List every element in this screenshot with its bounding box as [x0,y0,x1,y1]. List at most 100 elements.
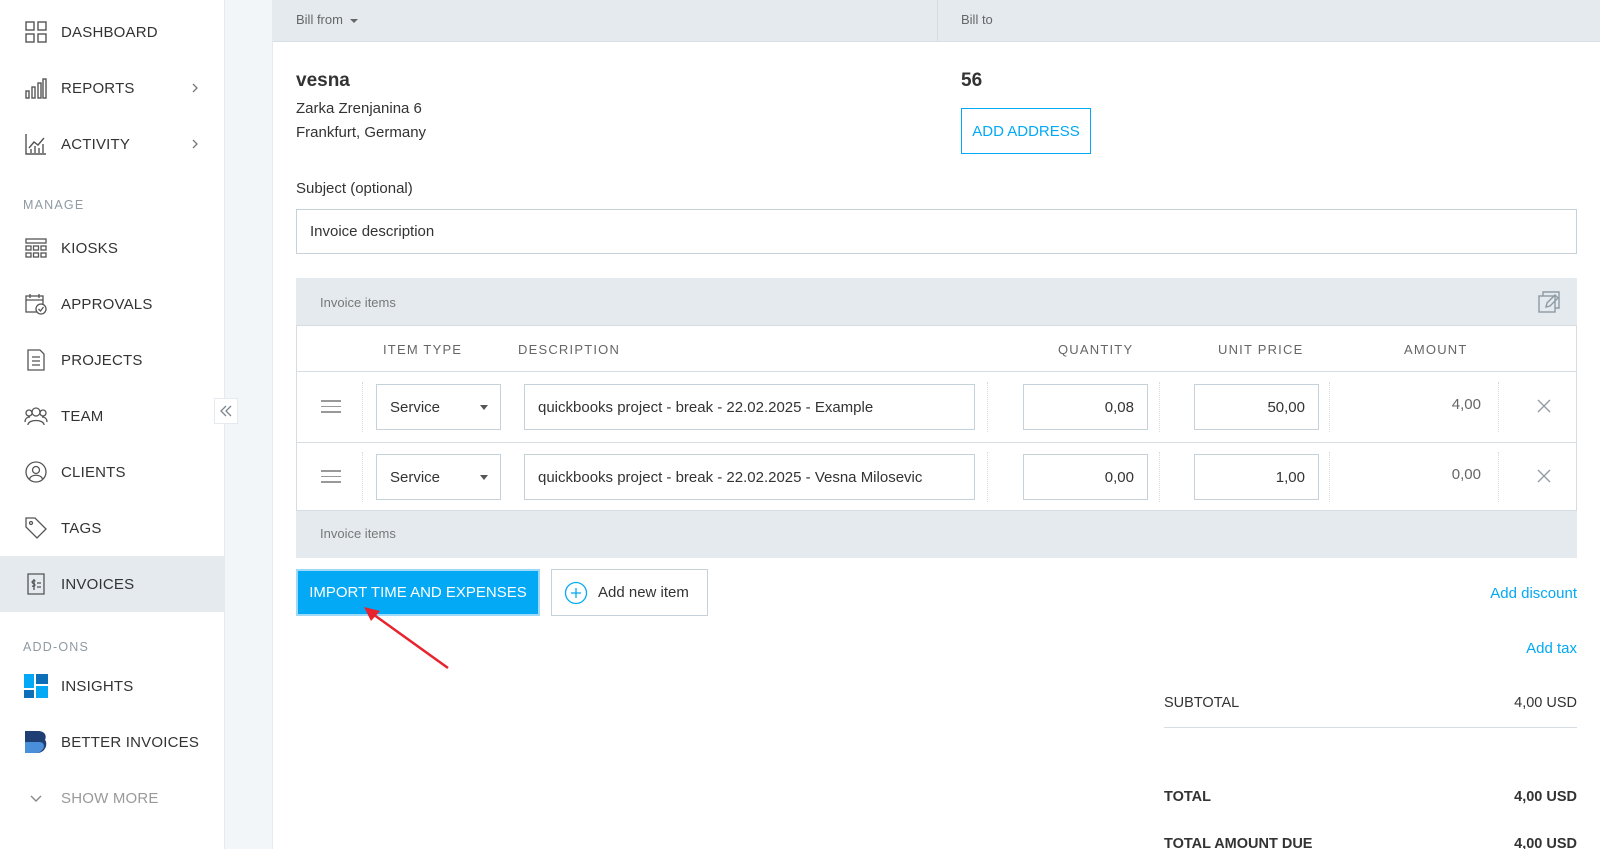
total-due-value: 4,00 USD [1514,836,1577,849]
better-invoices-icon [24,730,48,754]
item-type-value: Service [390,468,441,486]
amount-value: 4,00 [1451,396,1481,413]
approvals-icon [24,292,48,316]
sidebar-item-label: PROJECTS [61,351,143,369]
dashboard-icon [24,20,48,44]
caret-down-icon [349,18,358,23]
bill-header-divider [937,0,938,42]
invoice-items-section: Invoice items ITEM TYPE DESCRIPTION QUAN… [296,278,1577,558]
sidebar-item-label: INSIGHTS [61,677,134,695]
bill-to-label: Bill to [961,12,993,27]
sidebar: DASHBOARD REPORTS ACTIVITY MANAGE KIOSKS… [0,0,225,849]
sidebar-item-label: REPORTS [61,79,135,97]
description-input[interactable]: quickbooks project - break - 22.02.2025 … [524,384,975,430]
add-new-item-button[interactable]: Add new item [551,569,708,616]
bill-to-name: 56 [961,70,983,91]
sidebar-item-invoices[interactable]: INVOICES [0,556,225,612]
quantity-input[interactable]: 0,08 [1023,384,1148,430]
projects-icon [24,348,48,372]
table-row: Service quickbooks project - break - 22.… [297,442,1576,512]
sidebar-item-dashboard[interactable]: DASHBOARD [0,4,225,60]
sidebar-item-team[interactable]: TEAM [0,388,225,444]
sidebar-item-activity[interactable]: ACTIVITY [0,116,225,172]
sidebar-item-label: APPROVALS [61,295,153,313]
item-type-value: Service [390,398,441,416]
column-header-amount: AMOUNT [1404,342,1468,357]
quantity-input[interactable]: 0,00 [1023,454,1148,500]
bill-from-label: Bill from [296,12,343,27]
sidebar-item-clients[interactable]: CLIENTS [0,444,225,500]
bill-from-address-line2: Frankfurt, Germany [296,124,427,141]
column-divider [362,452,363,502]
team-icon [24,404,48,428]
column-header-item-type: ITEM TYPE [383,342,463,357]
sidebar-item-better-invoices[interactable]: BETTER INVOICES [0,714,225,770]
sidebar-item-label: CLIENTS [61,463,126,481]
add-tax-link[interactable]: Add tax [1526,640,1577,657]
remove-item-icon[interactable] [1536,398,1552,414]
section-label-manage: MANAGE [23,198,85,212]
collapse-sidebar-button[interactable] [214,398,238,424]
double-chevron-left-icon [220,405,232,417]
total-label: TOTAL [1164,789,1211,805]
clients-icon [24,460,48,484]
add-discount-link[interactable]: Add discount [1490,585,1577,602]
item-type-select[interactable]: Service [376,384,501,430]
sidebar-item-label: INVOICES [61,575,135,593]
sidebar-item-kiosks[interactable]: KIOSKS [0,220,225,276]
sidebar-item-tags[interactable]: TAGS [0,500,225,556]
sidebar-item-label: TAGS [61,519,102,537]
unit-price-input[interactable]: 1,00 [1194,454,1319,500]
total-due-label: TOTAL AMOUNT DUE [1164,836,1313,849]
subject-label: Subject (optional) [296,180,413,197]
activity-icon [24,132,48,156]
sidebar-item-label: ACTIVITY [61,135,131,153]
column-header-description: DESCRIPTION [518,342,621,357]
item-type-select[interactable]: Service [376,454,501,500]
bill-from-name: vesna [296,70,350,91]
table-row: Service quickbooks project - break - 22.… [297,372,1576,442]
section-label-addons: ADD-ONS [23,640,90,654]
bill-from-dropdown[interactable]: Bill from [296,12,358,27]
drag-handle-icon[interactable] [321,400,341,414]
drag-handle-icon[interactable] [321,470,341,484]
sidebar-item-label: DASHBOARD [61,23,158,41]
chevron-right-icon [192,139,198,149]
column-divider [1159,382,1160,432]
column-divider [987,382,988,432]
unit-price-input[interactable]: 50,00 [1194,384,1319,430]
column-divider [1329,452,1330,502]
show-more-label: SHOW MORE [61,789,159,807]
sidebar-item-label: TEAM [61,407,104,425]
description-input[interactable]: quickbooks project - break - 22.02.2025 … [524,454,975,500]
kiosks-icon [24,236,48,260]
invoice-items-header-label: Invoice items [320,295,396,310]
column-divider [1159,452,1160,502]
content-gutter [226,0,248,849]
subtotal-label: SUBTOTAL [1164,695,1240,711]
show-more-button[interactable]: SHOW MORE [0,770,225,826]
caret-down-icon [480,405,488,410]
sidebar-item-insights[interactable]: INSIGHTS [0,658,225,714]
bill-from-address-line1: Zarka Zrenjanina 6 [296,100,422,117]
add-address-button[interactable]: ADD ADDRESS [961,108,1091,154]
remove-item-icon[interactable] [1536,468,1552,484]
subject-input[interactable] [296,209,1577,254]
import-time-and-expenses-button[interactable]: IMPORT TIME AND EXPENSES [296,569,540,616]
sidebar-item-approvals[interactable]: APPROVALS [0,276,225,332]
sidebar-item-projects[interactable]: PROJECTS [0,332,225,388]
amount-value: 0,00 [1451,466,1481,483]
summary-divider [1164,727,1577,728]
sidebar-item-label: BETTER INVOICES [61,733,200,751]
reports-icon [24,76,48,100]
sidebar-item-label: KIOSKS [61,239,119,257]
tags-icon [24,516,48,540]
column-divider [362,382,363,432]
column-divider [1329,382,1330,432]
invoice-items-table: ITEM TYPE DESCRIPTION QUANTITY UNIT PRIC… [296,325,1577,511]
column-header-unit-price: UNIT PRICE [1218,342,1304,357]
total-value: 4,00 USD [1514,789,1577,805]
invoice-items-footer-label: Invoice items [320,526,396,541]
sidebar-item-reports[interactable]: REPORTS [0,60,225,116]
edit-items-icon[interactable] [1537,290,1563,316]
